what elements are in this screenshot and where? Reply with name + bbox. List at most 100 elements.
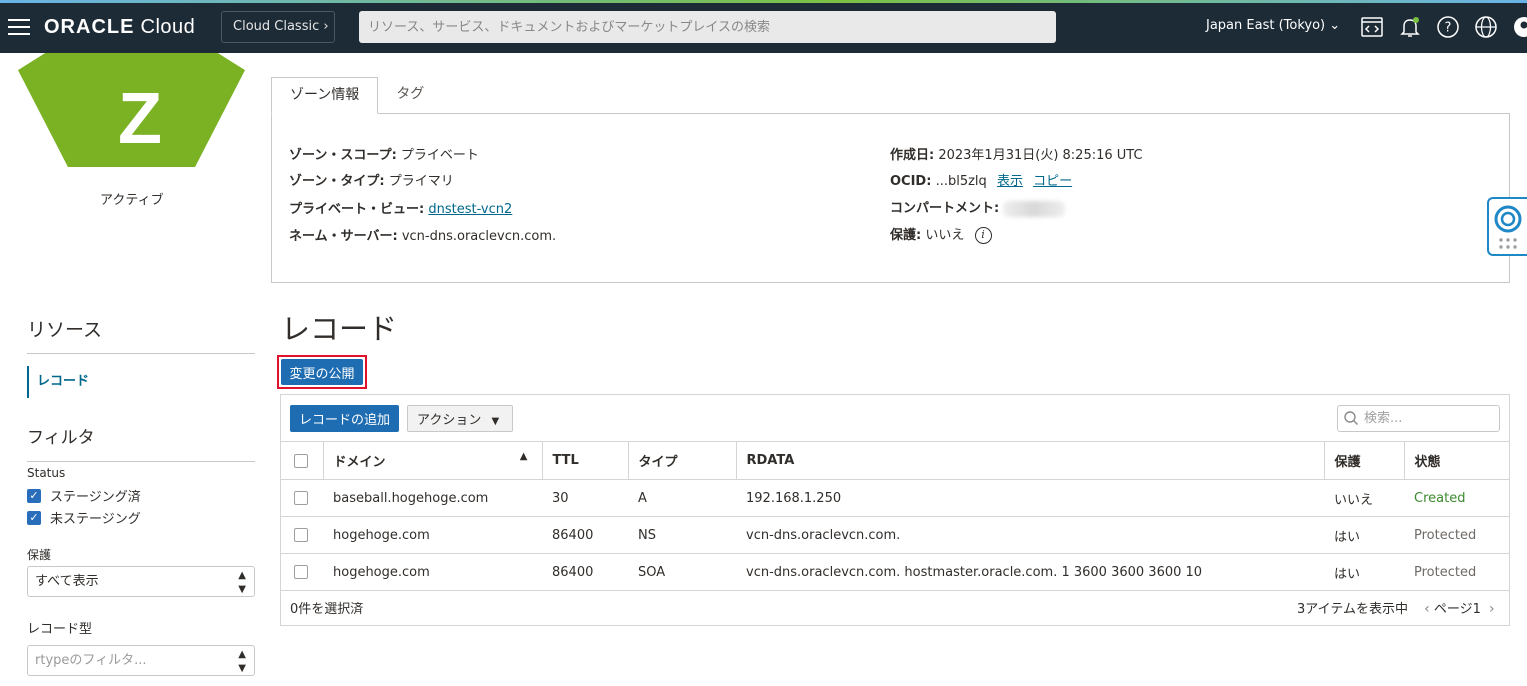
region-selector[interactable]: Japan East (Tokyo) ⌄ [1206,18,1340,33]
global-search-input[interactable] [359,11,1056,43]
select-arrows-icon: ▲ ▼ [238,570,246,595]
sort-asc-icon: ▲ [519,451,528,462]
select-all-cell [281,441,324,480]
ocid-value: ...bl5zlq [935,174,987,189]
column-state[interactable]: 状態 [1404,441,1509,480]
row-ttl: 30 [542,479,628,517]
zone-hexagon-badge: Z [18,53,245,167]
lifebuoy-icon [1494,205,1522,233]
private-view-label: プライベート・ビュー: [289,202,425,217]
row-rdata: 192.168.1.250 [736,479,1324,517]
column-protected[interactable]: 保護 [1324,441,1405,480]
filter-heading: フィルタ [27,428,95,448]
tab-tags[interactable]: タグ [378,77,442,114]
row-domain: hogehoge.com [323,553,542,591]
table-row: baseball.hogehoge.com 30 A 192.168.1.250… [281,479,1509,517]
column-domain[interactable]: ドメイン ▲ [323,441,543,480]
ocid-copy-link[interactable]: コピー [1033,174,1072,189]
zone-type-label: ゾーン・タイプ: [289,174,385,189]
name-server-row: ネーム・サーバー: vcn-dns.oraclevcn.com. [289,225,556,244]
user-icon[interactable] [1512,15,1527,39]
checkmark-icon: ✓ [27,510,41,525]
status-staged-checkbox[interactable]: ✓ ステージング済 [27,486,141,505]
row-state: Created [1404,479,1509,517]
ocid-label: OCID: [890,174,932,189]
row-protected: はい [1324,516,1404,554]
protect-filter-value: すべて表示 [35,574,99,589]
filter-divider [27,461,255,462]
name-server-label: ネーム・サーバー: [289,229,398,244]
zone-scope-value: プライベート [400,148,479,163]
record-type-select[interactable]: rtypeのフィルタ... ▲ ▼ [27,645,255,676]
detail-tabs: ゾーン情報 タグ [271,77,442,114]
cloud-classic-button[interactable]: Cloud Classic › [221,11,335,43]
protected-label: 保護: [890,228,922,243]
row-state: Protected [1404,516,1509,554]
column-rdata[interactable]: RDATA [736,441,1325,480]
bell-icon[interactable] [1398,15,1422,39]
row-domain: baseball.hogehoge.com [323,479,542,517]
row-protected: はい [1324,553,1404,591]
row-type: A [628,479,736,517]
actions-dropdown-button[interactable]: アクション ▼ [407,405,513,432]
row-state: Protected [1404,553,1509,591]
protect-filter-select[interactable]: すべて表示 ▲ ▼ [27,566,255,597]
zone-scope-row: ゾーン・スコープ: プライベート [289,144,479,163]
row-select-cell [281,553,323,591]
chevron-right-icon: › [323,19,329,34]
created-row: 作成日: 2023年1月31日(火) 8:25:16 UTC [890,144,1143,163]
row-checkbox[interactable] [294,528,308,542]
info-icon[interactable]: i [974,227,992,244]
checkmark-icon: ✓ [27,488,41,503]
compartment-value-redacted [1003,200,1066,217]
select-all-checkbox[interactable] [294,453,308,468]
created-label: 作成日: [890,148,935,163]
oracle-cloud-logo[interactable]: ORACLE Cloud [44,16,195,39]
row-select-cell [281,516,323,554]
resources-divider [27,353,255,354]
svg-text:?: ? [1445,21,1452,36]
cloud-classic-label: Cloud Classic [233,19,320,34]
column-domain-label: ドメイン [333,455,386,470]
ocid-show-link[interactable]: 表示 [997,174,1023,189]
private-view-link[interactable]: dnstest-vcn2 [428,202,512,217]
column-type[interactable]: タイプ [628,441,737,480]
sidebar-item-records[interactable]: レコード [27,366,89,398]
row-rdata: vcn-dns.oraclevcn.com. [736,516,1324,554]
status-unstaged-checkbox[interactable]: ✓ 未ステージング [27,508,141,527]
protected-row: 保護: いいえ i [890,224,992,244]
table-row: hogehoge.com 86400 SOA vcn-dns.oraclevcn… [281,553,1509,591]
column-ttl[interactable]: TTL [542,441,629,480]
hamburger-menu-icon[interactable] [8,19,30,35]
help-widget[interactable] [1487,197,1527,256]
record-type-placeholder: rtypeのフィルタ... [35,653,147,668]
compartment-label: コンパートメント: [890,201,1000,216]
table-row: hogehoge.com 86400 NS vcn-dns.oraclevcn.… [281,516,1509,554]
prev-page-icon[interactable]: ‹ [1424,601,1430,617]
protect-filter-label: 保護 [27,548,52,562]
record-type-label: レコード型 [27,622,93,637]
add-record-button[interactable]: レコードの追加 [290,405,399,432]
next-page-icon[interactable]: › [1489,601,1495,617]
zone-type-row: ゾーン・タイプ: プライマリ [289,170,454,189]
select-arrows-icon: ▲ ▼ [238,649,246,674]
tab-zone-info[interactable]: ゾーン情報 [271,77,379,114]
row-checkbox[interactable] [294,565,308,579]
publish-changes-button[interactable]: 変更の公開 [281,359,363,385]
table-header-row: ドメイン ▲ TTL タイプ RDATA 保護 状態 [281,441,1509,480]
region-label: Japan East (Tokyo) [1206,18,1326,33]
logo-cloud-text: Cloud [140,16,196,38]
row-checkbox[interactable] [294,491,308,505]
zone-scope-label: ゾーン・スコープ: [289,148,397,163]
row-domain: hogehoge.com [323,516,542,554]
row-type: SOA [628,553,736,591]
records-table: ドメイン ▲ TTL タイプ RDATA 保護 状態 baseball.hogeh… [281,441,1509,591]
row-protected: いいえ [1324,479,1404,517]
globe-icon[interactable] [1474,15,1498,39]
protected-value: いいえ [925,228,965,243]
status-filter-label: Status [27,466,66,480]
records-search-input[interactable] [1337,405,1500,432]
help-icon[interactable]: ? [1436,15,1460,39]
search-icon [1344,411,1358,425]
code-editor-icon[interactable] [1360,15,1384,39]
